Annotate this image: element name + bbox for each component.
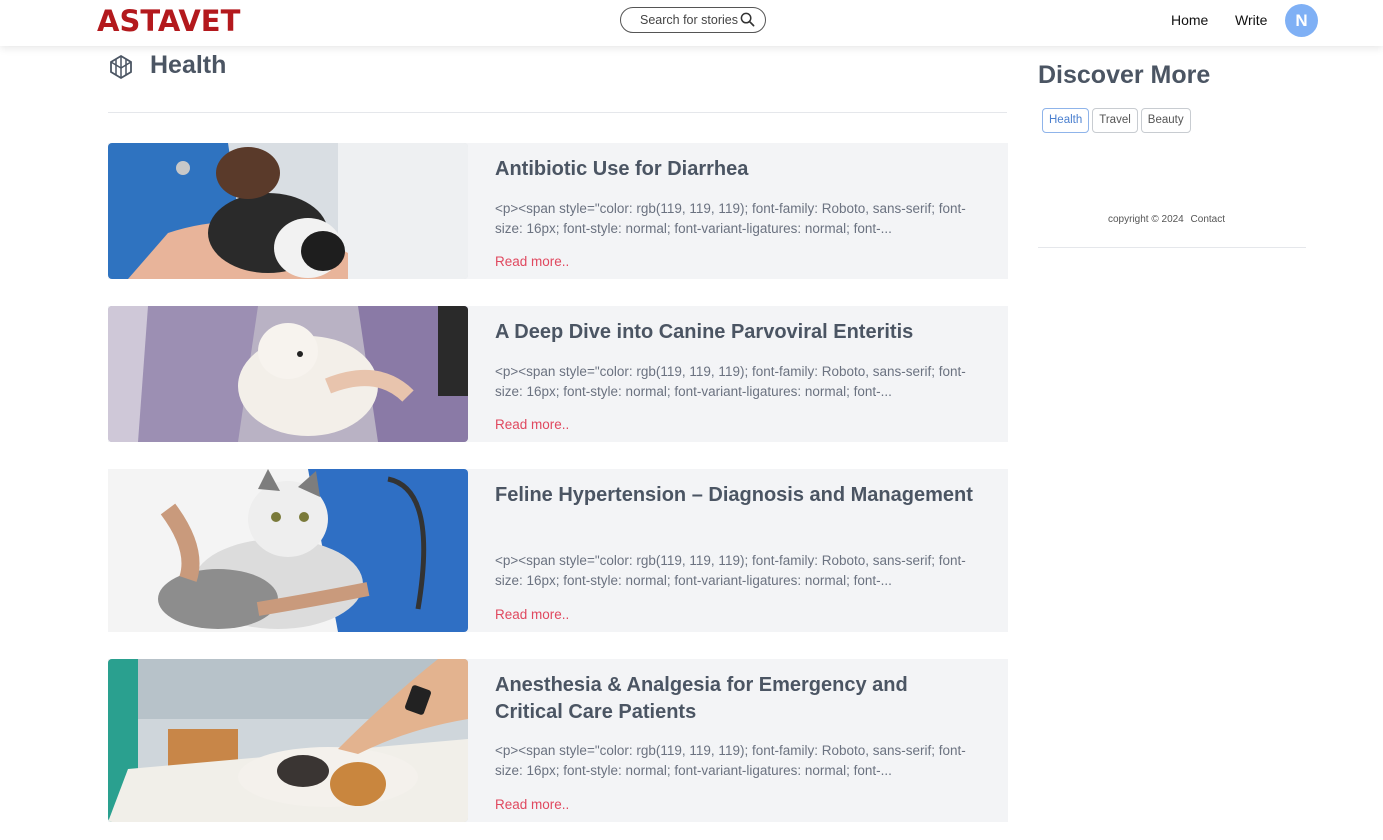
category-title: Health	[150, 51, 227, 79]
footer-copyright: copyright © 2024 Contact	[1108, 214, 1225, 225]
article-excerpt: <p><span style="color: rgb(119, 119, 119…	[495, 364, 966, 399]
article-title[interactable]: Anesthesia & Analgesia for Emergency and…	[495, 672, 975, 726]
article-title[interactable]: Antibiotic Use for Diarrhea	[495, 156, 975, 183]
article-thumbnail-puppy[interactable]	[108, 143, 468, 279]
search-box	[620, 7, 766, 33]
nav-home-link[interactable]: Home	[1171, 12, 1208, 28]
read-more-link[interactable]: Read more..	[495, 797, 569, 812]
article-title[interactable]: Feline Hypertension – Diagnosis and Mana…	[495, 482, 975, 509]
tag-health[interactable]: Health	[1042, 108, 1090, 133]
tag-travel[interactable]: Travel	[1092, 108, 1138, 133]
sidebar-divider	[1038, 247, 1306, 248]
search-input[interactable]	[640, 13, 744, 27]
article-card[interactable]: Anesthesia & Analgesia for Emergency and…	[108, 659, 1008, 822]
copyright-text: copyright © 2024	[1108, 214, 1184, 225]
site-logo[interactable]: ASTAVET	[97, 5, 240, 37]
article-excerpt: <p><span style="color: rgb(119, 119, 119…	[495, 743, 966, 778]
contact-link[interactable]: Contact	[1191, 214, 1225, 225]
article-excerpt: <p><span style="color: rgb(119, 119, 119…	[495, 553, 966, 588]
top-navbar: ASTAVET Home Write N	[0, 0, 1383, 46]
user-avatar[interactable]: N	[1285, 4, 1318, 37]
read-more-link[interactable]: Read more..	[495, 417, 569, 432]
tag-list: Health Travel Beauty	[1042, 108, 1191, 133]
article-excerpt: <p><span style="color: rgb(119, 119, 119…	[495, 201, 966, 236]
heading-divider	[108, 112, 1007, 113]
article-thumbnail-cat[interactable]	[108, 469, 468, 632]
article-card[interactable]: A Deep Dive into Canine Parvoviral Enter…	[108, 306, 1008, 442]
nav-write-link[interactable]: Write	[1235, 12, 1267, 28]
article-title[interactable]: A Deep Dive into Canine Parvoviral Enter…	[495, 319, 975, 346]
article-card[interactable]: Feline Hypertension – Diagnosis and Mana…	[108, 469, 1008, 632]
category-layers-icon	[108, 54, 134, 85]
read-more-link[interactable]: Read more..	[495, 254, 569, 269]
article-card[interactable]: Antibiotic Use for Diarrhea <p><span sty…	[108, 143, 1008, 279]
read-more-link[interactable]: Read more..	[495, 607, 569, 622]
article-thumbnail-white-dog[interactable]	[108, 306, 468, 442]
article-thumbnail-sleeping-cat[interactable]	[108, 659, 468, 822]
tag-beauty[interactable]: Beauty	[1140, 108, 1191, 133]
discover-more-title: Discover More	[1038, 61, 1211, 89]
search-icon[interactable]	[740, 12, 755, 32]
